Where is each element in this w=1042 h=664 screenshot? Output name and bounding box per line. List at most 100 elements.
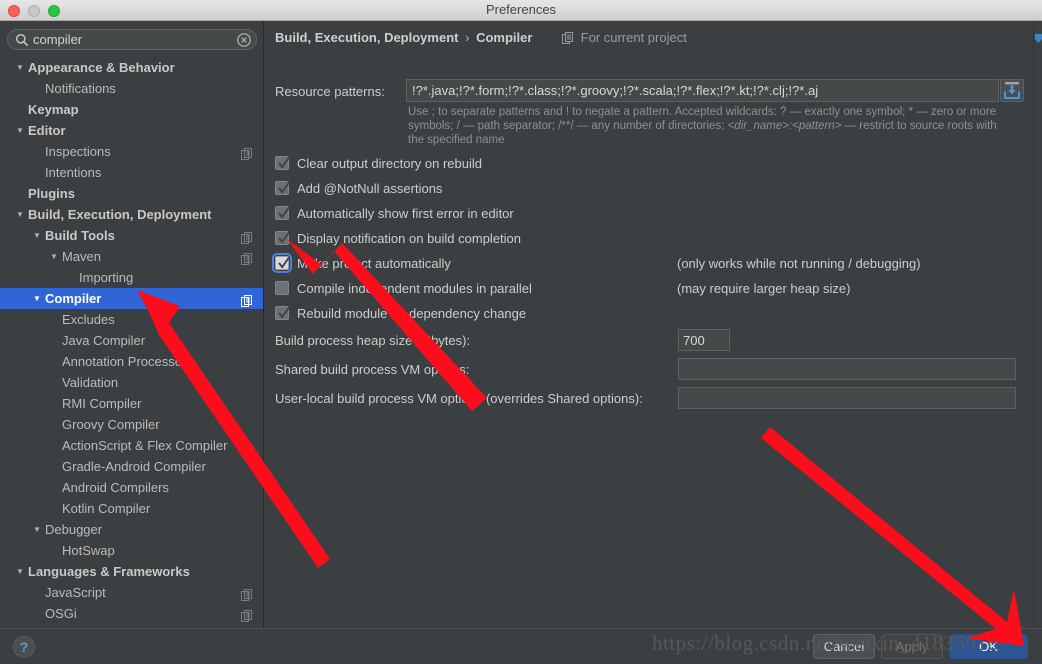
project-scope-icon	[241, 292, 252, 307]
build-process-heap-size-mbytes-input[interactable]	[679, 330, 729, 350]
sidebar-item-java-compiler[interactable]: Java Compiler	[0, 330, 263, 351]
sidebar-item-groovy-compiler[interactable]: Groovy Compiler	[0, 414, 263, 435]
insert-pattern-icon[interactable]	[1000, 79, 1024, 102]
window-titlebar: Preferences	[0, 0, 1042, 21]
shared-build-process-vm-options-input[interactable]	[679, 359, 1015, 379]
panel-scrollbar[interactable]	[1033, 21, 1042, 628]
sidebar-item-build-execution-deployment[interactable]: ▼ Build, Execution, Deployment	[0, 204, 263, 225]
user-local-build-process-vm-options-over-label: User-local build process VM options (ove…	[275, 391, 643, 406]
search-field[interactable]: compiler	[7, 29, 257, 50]
sidebar-item-label: Keymap	[28, 102, 79, 117]
display-notification-on-build-completion-label: Display notification on build completion	[297, 231, 522, 246]
project-scope-icon	[241, 229, 252, 244]
sidebar-item-label: Annotation Processors	[62, 354, 193, 369]
breadcrumb-separator: ›	[465, 30, 470, 45]
twisty-down-icon[interactable]: ▼	[14, 561, 26, 582]
display-notification-on-build-completion-checkbox[interactable]	[275, 230, 291, 246]
chevron-down-icon[interactable]	[1034, 31, 1042, 45]
twisty-down-icon[interactable]: ▼	[14, 120, 26, 141]
resource-patterns-hint: Use ; to separate patterns and ! to nega…	[408, 105, 1008, 147]
sidebar-item-label: Debugger	[45, 522, 103, 537]
apply-button[interactable]: Apply	[881, 634, 943, 659]
sidebar-item-keymap[interactable]: Keymap	[0, 99, 263, 120]
search-value: compiler	[33, 32, 83, 47]
breadcrumb-root[interactable]: Build, Execution, Deployment	[275, 30, 458, 45]
twisty-down-icon[interactable]: ▼	[31, 519, 43, 540]
search-icon	[15, 33, 29, 47]
sidebar-item-editor[interactable]: ▼ Editor	[0, 120, 263, 141]
sidebar-item-label: Validation	[62, 375, 119, 390]
twisty-down-icon[interactable]: ▼	[31, 225, 43, 246]
sidebar-item-osgi[interactable]: OSGi	[0, 603, 263, 624]
sidebar-item-annotation-processors[interactable]: Annotation Processors	[0, 351, 263, 372]
cancel-button[interactable]: Cancel	[813, 634, 875, 659]
sidebar-item-appearance-behavior[interactable]: ▼ Appearance & Behavior	[0, 57, 263, 78]
rebuild-module-on-dependency-change-checkbox[interactable]	[275, 305, 291, 321]
sidebar-item-hotswap[interactable]: HotSwap	[0, 540, 263, 561]
compile-independent-modules-in-parallel-note: (may require larger heap size)	[677, 281, 851, 296]
sidebar-item-label: Gradle-Android Compiler	[62, 459, 206, 474]
checkmark-icon	[277, 255, 291, 271]
clear-icon[interactable]	[237, 33, 251, 47]
sidebar-item-label: Notifications	[45, 81, 116, 96]
build-process-heap-size-mbytes-label: Build process heap size (Mbytes):	[275, 333, 471, 348]
user-local-build-process-vm-options-over-field[interactable]	[678, 387, 1016, 409]
twisty-down-icon[interactable]: ▼	[14, 204, 26, 225]
sidebar-item-label: Editor	[28, 123, 66, 138]
sidebar-item-label: Appearance & Behavior	[28, 60, 175, 75]
sidebar-item-android-compilers[interactable]: Android Compilers	[0, 477, 263, 498]
sidebar-item-importing[interactable]: Importing	[0, 267, 263, 288]
checkmark-icon	[277, 305, 291, 321]
project-scope-icon	[241, 250, 252, 265]
resource-patterns-input[interactable]	[407, 80, 998, 101]
sidebar-item-build-tools[interactable]: ▼ Build Tools	[0, 225, 263, 246]
clear-output-directory-on-rebuild-checkbox[interactable]	[275, 156, 290, 170]
sidebar-item-validation[interactable]: Validation	[0, 372, 263, 393]
twisty-down-icon[interactable]: ▼	[48, 246, 60, 267]
project-scope-icon	[241, 145, 252, 160]
sidebar-item-excludes[interactable]: Excludes	[0, 309, 263, 330]
sidebar-item-maven[interactable]: ▼ Maven	[0, 246, 263, 267]
shared-build-process-vm-options-field[interactable]	[678, 358, 1016, 380]
sidebar-item-label: Android Compilers	[62, 480, 169, 495]
compile-independent-modules-in-parallel-checkbox[interactable]	[275, 281, 289, 295]
help-circle-icon[interactable]: ?	[13, 636, 35, 658]
resource-patterns-label: Resource patterns:	[275, 84, 385, 99]
sidebar-item-inspections[interactable]: Inspections	[0, 141, 263, 162]
sidebar-item-languages-frameworks[interactable]: ▼ Languages & Frameworks	[0, 561, 263, 582]
ok-button[interactable]: OK	[949, 634, 1028, 659]
settings-sidebar: compiler ▼ Appearance & Behavior Notificat…	[0, 21, 264, 628]
add-notnull-assertions-checkbox[interactable]	[275, 181, 290, 195]
sidebar-item-notifications[interactable]: Notifications	[0, 78, 263, 99]
twisty-down-icon[interactable]: ▼	[14, 57, 26, 78]
sidebar-item-label: Build, Execution, Deployment	[28, 207, 212, 222]
sidebar-item-label: Kotlin Compiler	[62, 501, 151, 516]
sidebar-item-debugger[interactable]: ▼ Debugger	[0, 519, 263, 540]
resource-patterns-field[interactable]	[406, 79, 999, 102]
sidebar-item-rmi-compiler[interactable]: RMI Compiler	[0, 393, 263, 414]
sidebar-item-plugins[interactable]: Plugins	[0, 183, 263, 204]
hint-dir-pattern: <dir_name>:<pattern>	[727, 120, 842, 132]
twisty-down-icon[interactable]: ▼	[31, 288, 43, 309]
settings-tree[interactable]: ▼ Appearance & Behavior Notifications Keyma…	[0, 57, 263, 628]
project-scope-icon	[241, 586, 252, 601]
user-local-build-process-vm-options-over-input[interactable]	[679, 388, 1015, 408]
sidebar-item-intentions[interactable]: Intentions	[0, 162, 263, 183]
build-process-heap-size-mbytes-field[interactable]	[678, 329, 730, 351]
make-project-automatically-checkbox[interactable]	[272, 253, 292, 273]
breadcrumb-leaf: Compiler	[476, 30, 533, 45]
automatically-show-first-error-in-editor-checkbox[interactable]	[275, 206, 290, 220]
sidebar-item-label: Maven	[62, 249, 102, 264]
sidebar-item-label: Languages & Frameworks	[28, 564, 190, 579]
sidebar-item-compiler[interactable]: ▼ Compiler	[0, 288, 263, 309]
sidebar-item-label: Excludes	[62, 312, 115, 327]
sidebar-item-kotlin-compiler[interactable]: Kotlin Compiler	[0, 498, 263, 519]
automatically-show-first-error-in-editor-label: Automatically show first error in editor	[297, 206, 514, 221]
sidebar-item-actionscript-flex-compiler[interactable]: ActionScript & Flex Compiler	[0, 435, 263, 456]
sidebar-item-gradle-android-compiler[interactable]: Gradle-Android Compiler	[0, 456, 263, 477]
add-notnull-assertions-label: Add @NotNull assertions	[297, 181, 443, 196]
checkmark-icon	[277, 230, 291, 246]
sidebar-item-label: Java Compiler	[62, 333, 146, 348]
preferences-content: compiler ▼ Appearance & Behavior Notificat…	[0, 21, 1042, 628]
sidebar-item-javascript[interactable]: JavaScript	[0, 582, 263, 603]
